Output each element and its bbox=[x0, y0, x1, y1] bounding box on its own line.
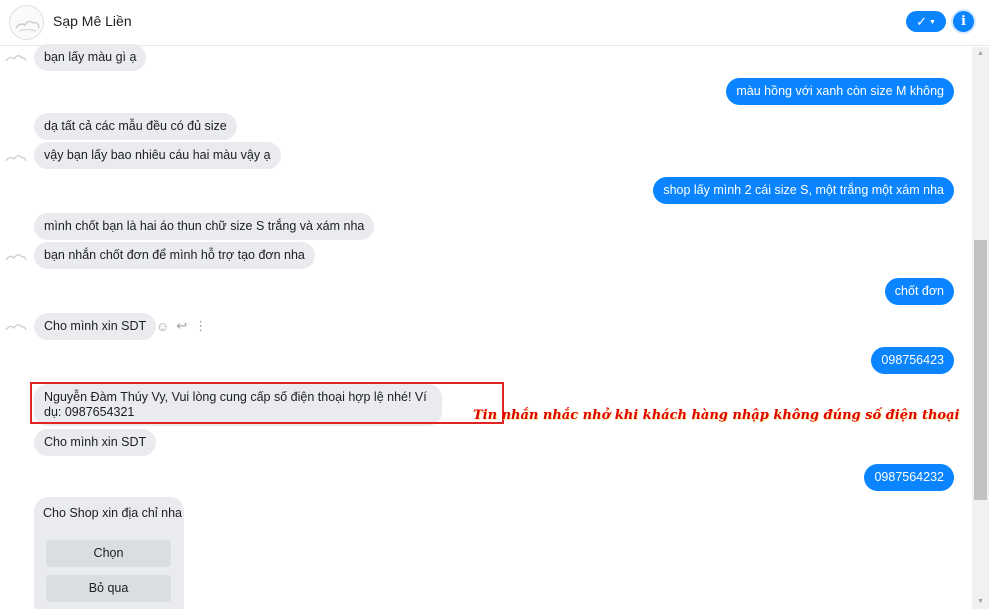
more-icon[interactable]: ⋮ bbox=[194, 318, 207, 334]
scroll-up-icon[interactable]: ▲ bbox=[972, 47, 989, 61]
smile-icon[interactable]: ☺ bbox=[156, 319, 169, 334]
chevron-down-icon: ▼ bbox=[928, 19, 936, 26]
outgoing-message: màu hồng với xanh còn size M không bbox=[726, 78, 954, 105]
incoming-message: dạ tất cả các mẫu đều có đủ size bbox=[34, 113, 237, 140]
incoming-message: Cho mình xin SDT bbox=[34, 429, 157, 456]
sender-avatar-icon bbox=[5, 251, 27, 263]
outgoing-message: 0987564232 bbox=[864, 464, 954, 491]
sender-avatar-icon bbox=[5, 52, 27, 64]
outgoing-message: shop lấy mình 2 cái size S, một trắng mộ… bbox=[653, 177, 954, 204]
scrollbar-thumb[interactable] bbox=[974, 240, 987, 500]
incoming-message: bạn nhắn chốt đơn để mình hỗ trợ tạo đơn… bbox=[34, 242, 315, 269]
page-avatar[interactable] bbox=[9, 5, 44, 40]
choose-button[interactable]: Chọn bbox=[46, 540, 171, 567]
outgoing-message: chốt đơn bbox=[884, 278, 954, 305]
incoming-message: Nguyễn Đàm Thúy Vy, Vui lòng cung cấp số… bbox=[34, 384, 442, 426]
conversation-header: Sạp Mê Liền ✓ ▼ i bbox=[0, 0, 989, 46]
mark-done-button[interactable]: ✓ ▼ bbox=[906, 11, 946, 32]
scroll-down-icon[interactable]: ▼ bbox=[972, 595, 989, 609]
card-message: Cho Shop xin địa chỉ nha bbox=[43, 506, 182, 520]
annotation-text: Tin nhắn nhắc nhở khi khách hàng nhập kh… bbox=[473, 408, 960, 423]
info-icon[interactable]: i bbox=[953, 11, 974, 32]
sender-avatar-icon bbox=[5, 152, 27, 164]
incoming-message: bạn lấy màu gì ạ bbox=[34, 44, 147, 71]
reply-icon[interactable]: ↩ bbox=[176, 318, 187, 334]
skip-button[interactable]: Bỏ qua bbox=[46, 575, 171, 602]
scrollbar[interactable]: ▲ ▼ bbox=[972, 47, 989, 609]
incoming-message: mình chốt bạn là hai áo thun chữ size S … bbox=[34, 213, 375, 240]
incoming-message: Cho mình xin SDT bbox=[34, 313, 157, 340]
message-actions: ☺ ↩ ⋮ bbox=[156, 318, 207, 334]
sender-avatar-icon bbox=[5, 321, 27, 333]
outgoing-message: 098756423 bbox=[871, 347, 954, 374]
conversation-title: Sạp Mê Liền bbox=[53, 13, 132, 29]
quick-reply-card: Cho Shop xin địa chỉ nha Chọn Bỏ qua bbox=[34, 497, 184, 609]
check-icon: ✓ bbox=[916, 13, 927, 29]
incoming-message: vậy bạn lấy bao nhiêu cáu hai màu vậy ạ bbox=[34, 142, 281, 169]
